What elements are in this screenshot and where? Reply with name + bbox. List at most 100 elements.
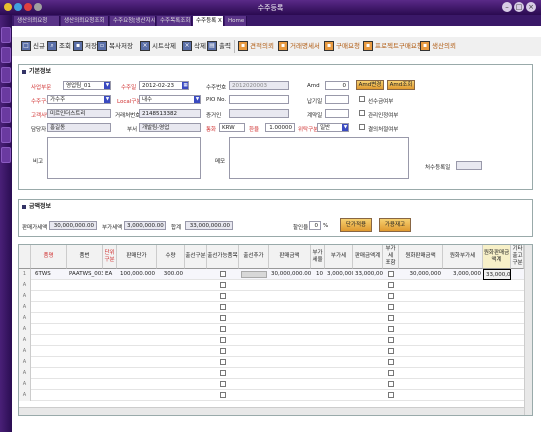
- cell-price[interactable]: 100,000.000: [117, 269, 157, 280]
- row-checkbox[interactable]: [220, 359, 226, 365]
- order-date-field[interactable]: 2012-02-23 ▦: [139, 81, 189, 90]
- row-checkbox[interactable]: [220, 337, 226, 343]
- print-button[interactable]: ▤ 출력: [207, 39, 231, 54]
- mgmt-checkbox[interactable]: [359, 110, 365, 116]
- col-header[interactable]: 출선구분: [185, 245, 207, 269]
- row-checkbox[interactable]: [388, 315, 394, 321]
- table-row[interactable]: A: [19, 280, 524, 291]
- cell-unit[interactable]: EA: [103, 269, 117, 280]
- table-row[interactable]: A: [19, 324, 524, 335]
- sidebar-menu-button[interactable]: [1, 87, 11, 103]
- row-checkbox[interactable]: [388, 392, 394, 398]
- tab-home[interactable]: Home: [225, 16, 247, 26]
- sidebar-menu-button[interactable]: [1, 47, 11, 63]
- col-header[interactable]: 품번: [67, 245, 103, 269]
- table-row[interactable]: A: [19, 291, 524, 302]
- new-button[interactable]: □ 신규: [21, 39, 45, 54]
- table-row[interactable]: A: [19, 313, 524, 324]
- row-checkbox[interactable]: [388, 293, 394, 299]
- quote-request-button[interactable]: ▪ 견적의뢰: [238, 39, 274, 54]
- amd-change-button[interactable]: Amd변경: [356, 80, 384, 90]
- row-checkbox[interactable]: [388, 337, 394, 343]
- row-checkbox[interactable]: [220, 282, 226, 288]
- row-checkbox[interactable]: [220, 293, 226, 299]
- tax-checkbox[interactable]: [359, 124, 365, 130]
- table-row[interactable]: A: [19, 368, 524, 379]
- cell-code[interactable]: PAATWS_003: [67, 269, 103, 280]
- currency-field[interactable]: KRW: [219, 123, 245, 132]
- customer-field[interactable]: 미르인더스트리: [47, 109, 111, 118]
- save-button[interactable]: ▪ 저장: [73, 39, 97, 54]
- cell-name[interactable]: 6TWS: [33, 269, 67, 280]
- table-row[interactable]: A: [19, 302, 524, 313]
- table-row[interactable]: A: [19, 335, 524, 346]
- search-button[interactable]: ⌕ 조회: [47, 39, 71, 54]
- col-header[interactable]: 원화판매금 액계: [483, 245, 511, 269]
- cert-field[interactable]: [229, 109, 289, 118]
- col-header[interactable]: 단위 구분: [103, 245, 117, 269]
- tab-order-request[interactable]: 수주요청[생산지시]: [110, 16, 156, 26]
- dept-select[interactable]: 영업팀_01 ▼: [63, 81, 111, 90]
- close-icon[interactable]: ×: [526, 2, 536, 12]
- row-checkbox[interactable]: [388, 370, 394, 376]
- cell-taxrate[interactable]: 10: [311, 269, 325, 280]
- row-checkbox[interactable]: [220, 271, 226, 277]
- available-stock-button[interactable]: 가용재고: [379, 218, 411, 232]
- cell-wonvat[interactable]: 3,000,000: [443, 269, 483, 280]
- sidebar-menu-button[interactable]: [1, 67, 11, 83]
- row-checkbox[interactable]: [220, 381, 226, 387]
- col-header[interactable]: 출선가능품목: [207, 245, 239, 269]
- project-purchase-button[interactable]: ▪ 프로젝트구매요청: [363, 39, 423, 54]
- sidebar-menu-button[interactable]: [1, 107, 11, 123]
- table-row[interactable]: A: [19, 379, 524, 390]
- row-checkbox[interactable]: [220, 326, 226, 332]
- col-header[interactable]: 수량: [157, 245, 185, 269]
- row-checkbox[interactable]: [220, 304, 226, 310]
- order-type-select[interactable]: 가수주 ▼: [47, 95, 111, 104]
- row-checkbox[interactable]: [388, 304, 394, 310]
- discount-input[interactable]: 0: [309, 221, 321, 230]
- tax-type-select[interactable]: 일반 ▼: [317, 123, 349, 132]
- memo-textarea[interactable]: [229, 137, 409, 179]
- col-header[interactable]: 품명: [31, 245, 67, 269]
- col-header[interactable]: 출선추가: [239, 245, 269, 269]
- rate-field[interactable]: 1.00000: [265, 123, 295, 132]
- minimize-icon[interactable]: –: [502, 2, 512, 12]
- row-checkbox[interactable]: [220, 392, 226, 398]
- row-checkbox[interactable]: [388, 271, 394, 277]
- col-header[interactable]: 원화판매금액: [399, 245, 443, 269]
- production-request-button[interactable]: ▪ 생산의뢰: [420, 39, 456, 54]
- col-header[interactable]: 기타출고구분: [511, 245, 524, 269]
- manager-field[interactable]: 홍길동: [47, 123, 111, 132]
- row-checkbox[interactable]: [220, 348, 226, 354]
- maximize-icon[interactable]: □: [514, 2, 524, 12]
- trade-statement-button[interactable]: ▪ 거래명세서: [278, 39, 320, 54]
- pio-input[interactable]: [229, 95, 289, 104]
- tab-order-list[interactable]: 수주목록조회: [157, 16, 192, 26]
- row-checkbox[interactable]: [388, 381, 394, 387]
- col-header[interactable]: 판매금액계: [353, 245, 383, 269]
- cell-amount[interactable]: 30,000,000.00: [269, 269, 311, 280]
- delete-sheet-button[interactable]: × 시트삭제: [140, 39, 176, 54]
- cell-vat[interactable]: 3,000,000.00: [325, 269, 353, 280]
- price-apply-button[interactable]: 단가적용: [340, 218, 372, 232]
- row-checkbox[interactable]: [220, 370, 226, 376]
- table-row[interactable]: 1 6TWS PAATWS_003 EA 100,000.000 300.00 …: [19, 269, 524, 280]
- col-header[interactable]: 판매금액: [269, 245, 311, 269]
- cell-qty[interactable]: 300.00: [157, 269, 185, 280]
- copy-save-button[interactable]: ▫ 복사저장: [97, 39, 133, 54]
- col-header[interactable]: 원화부가세: [443, 245, 483, 269]
- sidebar-menu-button[interactable]: [1, 127, 11, 143]
- sidebar-menu-button[interactable]: [1, 147, 11, 163]
- add-button-cell[interactable]: [241, 271, 267, 278]
- contract-date-input[interactable]: [325, 109, 349, 118]
- col-header[interactable]: 판매단가: [117, 245, 157, 269]
- row-checkbox[interactable]: [220, 315, 226, 321]
- due-date-input[interactable]: [325, 95, 349, 104]
- horizontal-scrollbar[interactable]: [19, 407, 524, 415]
- cell-total[interactable]: 33,000,000.00: [353, 269, 383, 280]
- col-header[interactable]: 부가세 포함: [383, 245, 399, 269]
- tab-production-request-search[interactable]: 생산의뢰요청조회: [61, 16, 109, 26]
- tab-order-entry[interactable]: 수주등록 X: [193, 16, 224, 26]
- row-checkbox[interactable]: [388, 282, 394, 288]
